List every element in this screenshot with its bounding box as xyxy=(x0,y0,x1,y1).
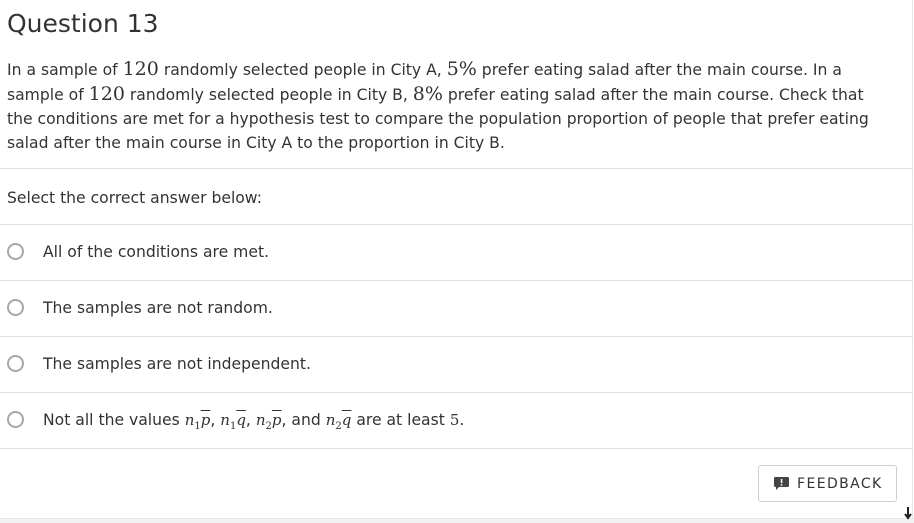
question-text-2: randomly selected people in City A, xyxy=(158,61,447,79)
percent-a: 5% xyxy=(446,58,477,80)
answer-option-not-independent[interactable]: The samples are not independent. xyxy=(0,337,913,392)
option-text-period: . xyxy=(459,411,465,429)
question-page: Question 13 In a sample of 120 randomly … xyxy=(0,0,913,518)
question-text-4: randomly selected people in City B, xyxy=(124,86,413,104)
separator: , xyxy=(210,411,221,429)
answer-option-values-not-at-least-5[interactable]: Not all the values n1p, n1q, n2p, and n2… xyxy=(0,393,913,448)
comment-alert-icon xyxy=(774,477,789,490)
radio-button[interactable] xyxy=(7,299,24,316)
question-body: In a sample of 120 randomly selected peo… xyxy=(7,57,892,155)
mouse-cursor-icon xyxy=(904,507,912,520)
radio-button[interactable] xyxy=(7,355,24,372)
option-label: The samples are not random. xyxy=(43,299,273,317)
sample-size-a: 120 xyxy=(122,58,159,80)
feedback-button[interactable]: FEEDBACK xyxy=(758,465,897,502)
percent-b: 8% xyxy=(412,83,443,105)
separator: , xyxy=(245,411,256,429)
feedback-label: FEEDBACK xyxy=(797,476,883,492)
answer-option-all-conditions-met[interactable]: All of the conditions are met. xyxy=(0,225,913,280)
question-title: Question 13 xyxy=(7,9,159,38)
divider xyxy=(0,168,913,169)
math-n2-pbar: n2p xyxy=(255,411,282,432)
math-n1-qbar: n1q xyxy=(220,411,246,432)
sample-size-b: 120 xyxy=(88,83,125,105)
option-text-post: are at least xyxy=(351,411,450,429)
math-n1-pbar: n1p xyxy=(184,411,211,432)
separator: , and xyxy=(281,411,326,429)
option-text-pre: Not all the values xyxy=(43,411,185,429)
option-label: All of the conditions are met. xyxy=(43,243,270,261)
radio-button[interactable] xyxy=(7,411,24,428)
divider xyxy=(0,448,913,449)
option-label: Not all the values n1p, n1q, n2p, and n2… xyxy=(43,409,464,438)
math-five: 5 xyxy=(449,411,460,429)
answer-prompt: Select the correct answer below: xyxy=(7,189,262,207)
math-n2-qbar: n2q xyxy=(325,411,352,432)
option-label: The samples are not independent. xyxy=(43,355,311,373)
radio-button[interactable] xyxy=(7,243,24,260)
answer-option-not-random[interactable]: The samples are not random. xyxy=(0,281,913,336)
scrollbar-track[interactable] xyxy=(0,518,914,523)
question-text-1: In a sample of xyxy=(7,61,123,79)
